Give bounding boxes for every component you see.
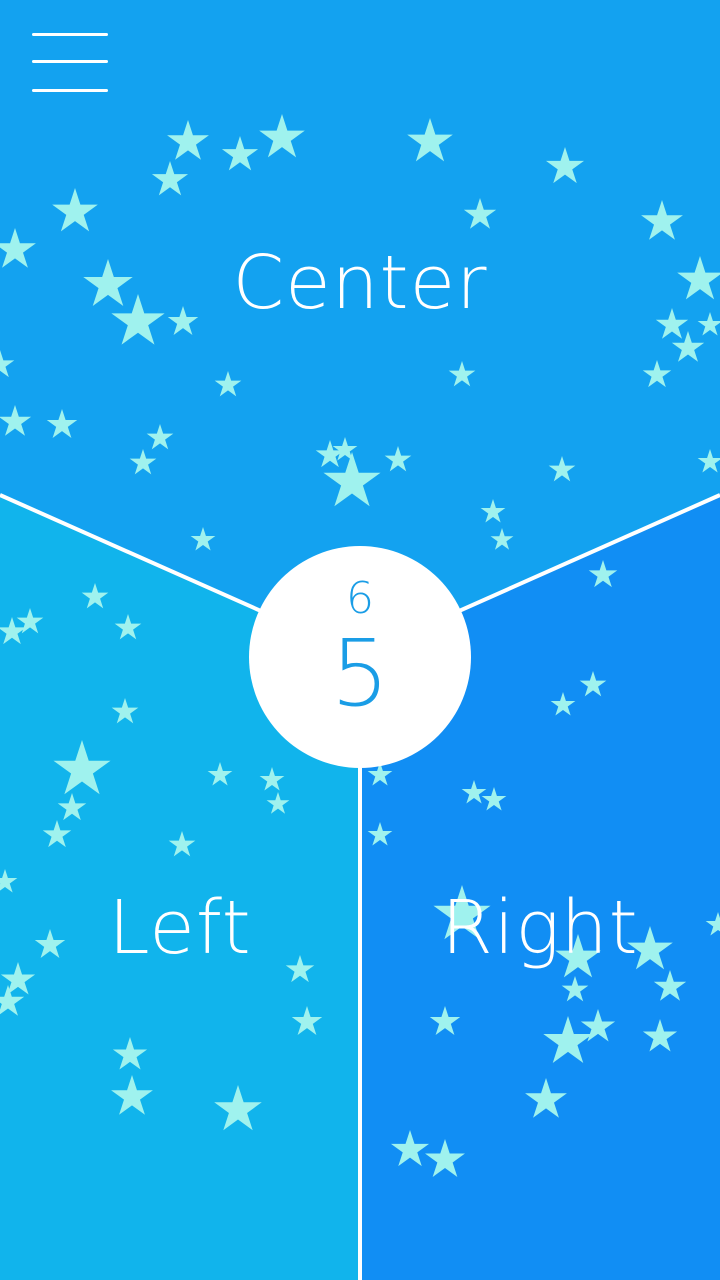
left-zone-label[interactable]: Left [108, 885, 251, 971]
score-primary: 5 [330, 620, 390, 727]
menu-bar [32, 60, 108, 63]
hamburger-menu-icon[interactable] [28, 28, 112, 98]
right-zone-label[interactable]: Right [441, 885, 638, 971]
menu-bar [32, 33, 108, 36]
score-circle: 6 5 [249, 546, 471, 768]
game-stage: Center Left Right 6 5 [0, 0, 720, 1280]
score-secondary: 6 [346, 573, 374, 624]
menu-bar [32, 89, 108, 92]
center-zone-label[interactable]: Center [232, 240, 487, 326]
